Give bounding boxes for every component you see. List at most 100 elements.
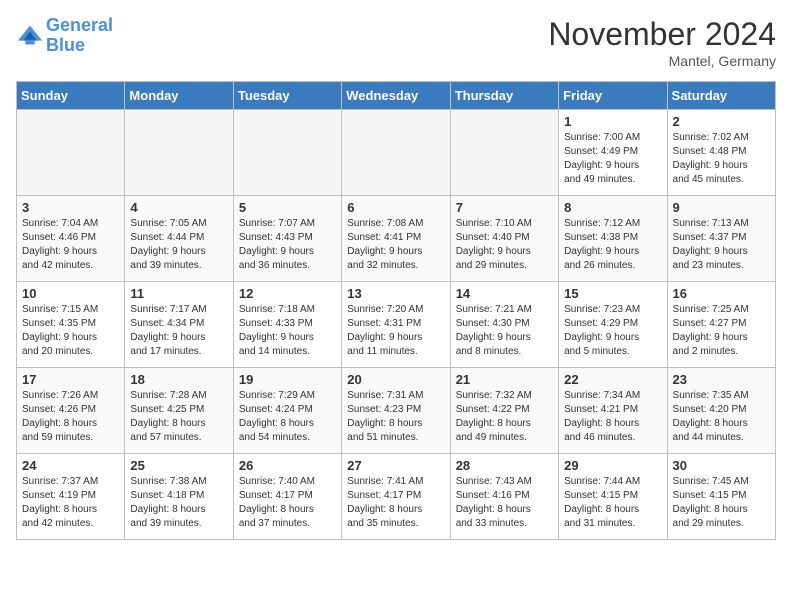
day-info: Sunrise: 7:38 AM Sunset: 4:18 PM Dayligh… — [130, 475, 227, 531]
calendar-cell: 7Sunrise: 7:10 AM Sunset: 4:40 PM Daylig… — [450, 196, 558, 282]
weekday-header-monday: Monday — [125, 82, 233, 110]
title-block: November 2024 Mantel, Germany — [548, 16, 776, 69]
calendar-cell: 11Sunrise: 7:17 AM Sunset: 4:34 PM Dayli… — [125, 282, 233, 368]
day-info: Sunrise: 7:34 AM Sunset: 4:21 PM Dayligh… — [564, 389, 661, 445]
calendar-header-row: SundayMondayTuesdayWednesdayThursdayFrid… — [17, 82, 776, 110]
day-number: 5 — [239, 200, 336, 215]
day-info: Sunrise: 7:02 AM Sunset: 4:48 PM Dayligh… — [673, 131, 770, 187]
calendar-cell: 18 Sunrise: 7:28 AM Sunset: 4:25 PM Dayli… — [125, 368, 233, 454]
calendar-cell — [342, 110, 450, 196]
day-number: 2 — [673, 114, 770, 129]
day-info: Sunrise: 7:20 AM Sunset: 4:31 PM Dayligh… — [347, 303, 444, 359]
day-info: Sunrise: 7:21 AM Sunset: 4:30 PM Dayligh… — [456, 303, 553, 359]
calendar-cell: 15 Sunrise: 7:23 AM Sunset: 4:29 PM Dayli… — [559, 282, 667, 368]
calendar-cell: 2 Sunrise: 7:02 AM Sunset: 4:48 PM Daylig… — [667, 110, 775, 196]
day-number: 14 — [456, 286, 553, 301]
day-info: Sunrise: 7:40 AM Sunset: 4:17 PM Dayligh… — [239, 475, 336, 531]
calendar-cell: 16 Sunrise: 7:25 AM Sunset: 4:27 PM Dayli… — [667, 282, 775, 368]
calendar-cell: 27 Sunrise: 7:41 AM Sunset: 4:17 PM Dayli… — [342, 454, 450, 540]
day-info: Sunrise: 7:10 AM Sunset: 4:40 PM Dayligh… — [456, 217, 553, 273]
calendar-week-row: 1 Sunrise: 7:00 AM Sunset: 4:49 PM Daylig… — [17, 110, 776, 196]
weekday-header-wednesday: Wednesday — [342, 82, 450, 110]
day-number: 24 — [22, 458, 119, 473]
calendar-table: SundayMondayTuesdayWednesdayThursdayFrid… — [16, 81, 776, 540]
page-header: General Blue November 2024 Mantel, Germa… — [16, 16, 776, 69]
day-info: Sunrise: 7:08 AM Sunset: 4:41 PM Dayligh… — [347, 217, 444, 273]
day-number: 1 — [564, 114, 661, 129]
day-number: 3 — [22, 200, 119, 215]
day-info: Sunrise: 7:04 AM Sunset: 4:46 PM Dayligh… — [22, 217, 119, 273]
day-info: Sunrise: 7:00 AM Sunset: 4:49 PM Dayligh… — [564, 131, 661, 187]
day-number: 18 — [130, 372, 227, 387]
day-info: Sunrise: 7:25 AM Sunset: 4:27 PM Dayligh… — [673, 303, 770, 359]
day-number: 12 — [239, 286, 336, 301]
calendar-cell: 12 Sunrise: 7:18 AM Sunset: 4:33 PM Dayli… — [233, 282, 341, 368]
logo-line1: General — [46, 15, 113, 35]
calendar-cell: 28 Sunrise: 7:43 AM Sunset: 4:16 PM Dayli… — [450, 454, 558, 540]
day-number: 13 — [347, 286, 444, 301]
day-number: 8 — [564, 200, 661, 215]
location: Mantel, Germany — [548, 53, 776, 69]
calendar-cell: 10 Sunrise: 7:15 AM Sunset: 4:35 PM Dayli… — [17, 282, 125, 368]
calendar-cell: 25Sunrise: 7:38 AM Sunset: 4:18 PM Dayli… — [125, 454, 233, 540]
day-number: 10 — [22, 286, 119, 301]
day-number: 28 — [456, 458, 553, 473]
calendar-cell: 6 Sunrise: 7:08 AM Sunset: 4:41 PM Daylig… — [342, 196, 450, 282]
day-info: Sunrise: 7:18 AM Sunset: 4:33 PM Dayligh… — [239, 303, 336, 359]
day-number: 9 — [673, 200, 770, 215]
calendar-cell: 30Sunrise: 7:45 AM Sunset: 4:15 PM Dayli… — [667, 454, 775, 540]
day-number: 6 — [347, 200, 444, 215]
day-info: Sunrise: 7:07 AM Sunset: 4:43 PM Dayligh… — [239, 217, 336, 273]
calendar-cell: 26 Sunrise: 7:40 AM Sunset: 4:17 PM Dayli… — [233, 454, 341, 540]
day-info: Sunrise: 7:35 AM Sunset: 4:20 PM Dayligh… — [673, 389, 770, 445]
day-number: 27 — [347, 458, 444, 473]
logo-line2: Blue — [46, 35, 85, 55]
day-number: 29 — [564, 458, 661, 473]
day-number: 4 — [130, 200, 227, 215]
calendar-cell: 14 Sunrise: 7:21 AM Sunset: 4:30 PM Dayli… — [450, 282, 558, 368]
calendar-cell: 13 Sunrise: 7:20 AM Sunset: 4:31 PM Dayli… — [342, 282, 450, 368]
calendar-cell: 1 Sunrise: 7:00 AM Sunset: 4:49 PM Daylig… — [559, 110, 667, 196]
month-title: November 2024 — [548, 16, 776, 53]
weekday-header-thursday: Thursday — [450, 82, 558, 110]
day-number: 15 — [564, 286, 661, 301]
day-number: 26 — [239, 458, 336, 473]
calendar-cell: 21Sunrise: 7:32 AM Sunset: 4:22 PM Dayli… — [450, 368, 558, 454]
day-info: Sunrise: 7:45 AM Sunset: 4:15 PM Dayligh… — [673, 475, 770, 531]
calendar-cell: 19Sunrise: 7:29 AM Sunset: 4:24 PM Dayli… — [233, 368, 341, 454]
day-info: Sunrise: 7:44 AM Sunset: 4:15 PM Dayligh… — [564, 475, 661, 531]
day-number: 21 — [456, 372, 553, 387]
day-info: Sunrise: 7:05 AM Sunset: 4:44 PM Dayligh… — [130, 217, 227, 273]
day-info: Sunrise: 7:15 AM Sunset: 4:35 PM Dayligh… — [22, 303, 119, 359]
weekday-header-saturday: Saturday — [667, 82, 775, 110]
day-info: Sunrise: 7:13 AM Sunset: 4:37 PM Dayligh… — [673, 217, 770, 273]
day-info: Sunrise: 7:12 AM Sunset: 4:38 PM Dayligh… — [564, 217, 661, 273]
calendar-cell: 4 Sunrise: 7:05 AM Sunset: 4:44 PM Daylig… — [125, 196, 233, 282]
day-info: Sunrise: 7:28 AM Sunset: 4:25 PM Dayligh… — [130, 389, 227, 445]
weekday-header-tuesday: Tuesday — [233, 82, 341, 110]
day-info: Sunrise: 7:23 AM Sunset: 4:29 PM Dayligh… — [564, 303, 661, 359]
day-info: Sunrise: 7:43 AM Sunset: 4:16 PM Dayligh… — [456, 475, 553, 531]
calendar-cell: 8 Sunrise: 7:12 AM Sunset: 4:38 PM Daylig… — [559, 196, 667, 282]
day-number: 11 — [130, 286, 227, 301]
day-number: 17 — [22, 372, 119, 387]
logo: General Blue — [16, 16, 113, 56]
calendar-cell: 9 Sunrise: 7:13 AM Sunset: 4:37 PM Daylig… — [667, 196, 775, 282]
day-info: Sunrise: 7:26 AM Sunset: 4:26 PM Dayligh… — [22, 389, 119, 445]
calendar-body: 1 Sunrise: 7:00 AM Sunset: 4:49 PM Daylig… — [17, 110, 776, 540]
calendar-cell: 20Sunrise: 7:31 AM Sunset: 4:23 PM Dayli… — [342, 368, 450, 454]
day-info: Sunrise: 7:41 AM Sunset: 4:17 PM Dayligh… — [347, 475, 444, 531]
day-number: 22 — [564, 372, 661, 387]
day-number: 16 — [673, 286, 770, 301]
calendar-cell — [17, 110, 125, 196]
calendar-cell: 5 Sunrise: 7:07 AM Sunset: 4:43 PM Daylig… — [233, 196, 341, 282]
calendar-cell: 29 Sunrise: 7:44 AM Sunset: 4:15 PM Dayli… — [559, 454, 667, 540]
calendar-cell: 22 Sunrise: 7:34 AM Sunset: 4:21 PM Dayli… — [559, 368, 667, 454]
calendar-week-row: 17 Sunrise: 7:26 AM Sunset: 4:26 PM Dayli… — [17, 368, 776, 454]
calendar-cell — [125, 110, 233, 196]
weekday-header-friday: Friday — [559, 82, 667, 110]
weekday-header-sunday: Sunday — [17, 82, 125, 110]
day-info: Sunrise: 7:31 AM Sunset: 4:23 PM Dayligh… — [347, 389, 444, 445]
day-info: Sunrise: 7:29 AM Sunset: 4:24 PM Dayligh… — [239, 389, 336, 445]
day-info: Sunrise: 7:37 AM Sunset: 4:19 PM Dayligh… — [22, 475, 119, 531]
